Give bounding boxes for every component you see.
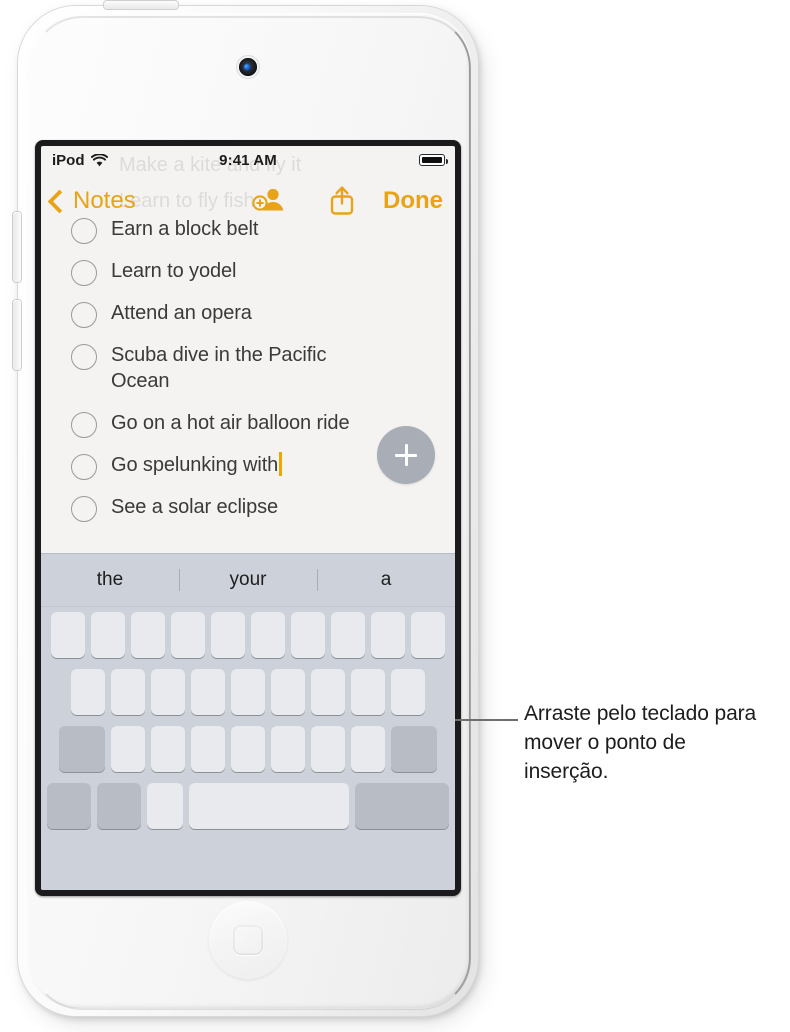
key-c[interactable] — [191, 726, 225, 772]
key-s[interactable] — [111, 669, 145, 715]
keyboard-keys — [41, 607, 455, 835]
volume-down-button[interactable] — [13, 300, 21, 370]
share-icon — [330, 186, 354, 215]
key-w[interactable] — [91, 612, 125, 658]
return-key[interactable] — [355, 783, 449, 829]
front-camera-icon — [239, 58, 257, 76]
checkbox-circle-icon[interactable] — [71, 454, 97, 480]
key-y[interactable] — [251, 612, 285, 658]
power-button[interactable] — [104, 1, 178, 9]
checkbox-circle-icon[interactable] — [71, 302, 97, 328]
checkbox-circle-icon[interactable] — [71, 344, 97, 370]
numeric-key[interactable] — [47, 783, 91, 829]
back-button-label: Notes — [73, 187, 136, 214]
status-bar: iPod 9:41 AM — [41, 146, 455, 174]
list-item-label-editing: Go spelunking with — [111, 452, 282, 478]
key-n[interactable] — [311, 726, 345, 772]
key-t[interactable] — [211, 612, 245, 658]
add-person-icon — [252, 188, 284, 211]
key-l[interactable] — [391, 669, 425, 715]
key-z[interactable] — [111, 726, 145, 772]
status-bar-right — [419, 154, 448, 166]
checkbox-circle-icon[interactable] — [71, 412, 97, 438]
key-v[interactable] — [231, 726, 265, 772]
key-r[interactable] — [171, 612, 205, 658]
navigation-bar: Notes Done — [41, 174, 455, 228]
key-g[interactable] — [231, 669, 265, 715]
back-to-notes-button[interactable]: Notes — [47, 187, 136, 215]
list-item-label: See a solar eclipse — [111, 496, 279, 518]
list-item[interactable]: See a solar eclipse — [41, 494, 455, 522]
list-item-label: Learn to yodel — [111, 260, 237, 282]
key-j[interactable] — [311, 669, 345, 715]
key-m[interactable] — [351, 726, 385, 772]
key-p[interactable] — [411, 612, 445, 658]
keyboard-row-1 — [44, 612, 452, 658]
key-h[interactable] — [271, 669, 305, 715]
checkbox-circle-icon[interactable] — [71, 496, 97, 522]
key-a[interactable] — [71, 669, 105, 715]
list-item[interactable]: Scuba dive in the Pacific Ocean — [41, 342, 455, 394]
list-item-label: Go on a hot air balloon ride — [111, 412, 350, 434]
delete-icon-key[interactable] — [391, 726, 437, 772]
screen-bezel: Make a kite and fly it Learn to fly fish… — [35, 140, 461, 896]
callout-text: Arraste pelo teclado para mover o ponto … — [524, 702, 757, 783]
key-x[interactable] — [151, 726, 185, 772]
onscreen-keyboard: the your a — [41, 553, 455, 890]
add-attachment-button[interactable] — [377, 426, 435, 484]
share-button[interactable] — [327, 185, 357, 217]
chevron-left-icon — [47, 188, 72, 214]
key-k[interactable] — [351, 669, 385, 715]
key-i[interactable] — [331, 612, 365, 658]
predictive-suggestion-bar: the your a — [41, 554, 455, 607]
list-item-label: Scuba dive in the Pacific Ocean — [111, 344, 327, 392]
list-item-label: Attend an opera — [111, 302, 252, 324]
keyboard-row-2 — [44, 669, 452, 715]
done-button[interactable]: Done — [383, 187, 443, 215]
microphone-icon-key[interactable] — [147, 783, 183, 829]
key-f[interactable] — [191, 669, 225, 715]
keyboard-row-4 — [44, 783, 452, 829]
list-item[interactable]: Learn to yodel — [41, 258, 455, 286]
checkbox-circle-icon[interactable] — [71, 260, 97, 286]
home-button[interactable] — [208, 900, 288, 980]
key-e[interactable] — [131, 612, 165, 658]
text-insertion-caret — [279, 452, 282, 476]
key-u[interactable] — [291, 612, 325, 658]
key-b[interactable] — [271, 726, 305, 772]
suggestion-2[interactable]: your — [179, 569, 317, 591]
space-key[interactable] — [189, 783, 349, 829]
keyboard-row-3 — [44, 726, 452, 772]
note-checklist: Earn a block belt Learn to yodel Attend … — [41, 218, 455, 558]
device-screen: Make a kite and fly it Learn to fly fish… — [41, 146, 455, 890]
battery-full-icon — [419, 154, 448, 166]
home-button-square-icon — [233, 925, 263, 955]
emoji-icon-key[interactable] — [97, 783, 141, 829]
suggestion-3[interactable]: a — [317, 569, 455, 591]
editing-text: Go spelunking with — [111, 454, 279, 476]
shift-icon-key[interactable] — [59, 726, 105, 772]
ipod-touch-device: Make a kite and fly it Learn to fly fish… — [13, 1, 478, 1016]
list-item[interactable]: Attend an opera — [41, 300, 455, 328]
status-bar-time: 9:41 AM — [219, 151, 277, 169]
key-o[interactable] — [371, 612, 405, 658]
suggestion-1[interactable]: the — [41, 569, 179, 591]
add-person-button[interactable] — [252, 186, 286, 216]
key-q[interactable] — [51, 612, 85, 658]
volume-up-button[interactable] — [13, 212, 21, 282]
key-d[interactable] — [151, 669, 185, 715]
